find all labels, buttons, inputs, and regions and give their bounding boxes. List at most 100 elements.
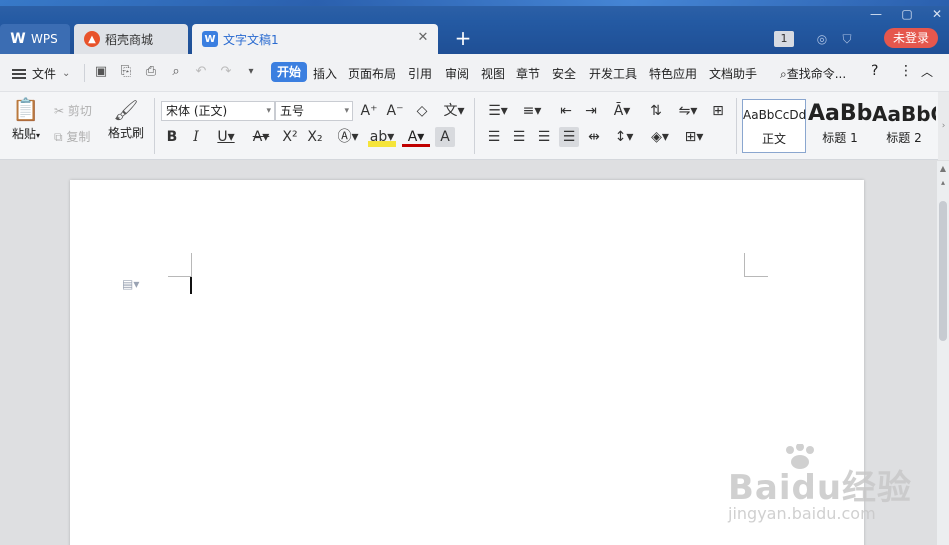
align-left-icon[interactable]: ☰ bbox=[484, 127, 504, 147]
shrink-font-icon[interactable]: A⁻ bbox=[385, 101, 405, 121]
tab-insert[interactable]: 插入 bbox=[313, 65, 337, 82]
close-window-icon[interactable]: ✕ bbox=[926, 6, 948, 22]
tab-page-layout[interactable]: 页面布局 bbox=[348, 65, 396, 82]
chinese-layout-icon[interactable]: Ā▾ bbox=[608, 101, 636, 121]
title-bar: W WPS ▲ 稻壳商城 W 文字文稿1 ✕ + — ▢ ✕ 1 ◎ ⛉ 未登录 bbox=[0, 0, 949, 54]
superscript-icon[interactable]: X² bbox=[280, 127, 300, 147]
style-heading-2[interactable]: AaBbC 标题 2 bbox=[872, 99, 936, 153]
line-spacing-icon[interactable]: ↕▾ bbox=[610, 127, 638, 147]
chevron-down-icon: ▾ bbox=[266, 106, 271, 116]
align-right-icon[interactable]: ☰ bbox=[534, 127, 554, 147]
watermark-logo: Baidu经验 bbox=[728, 468, 913, 508]
tab-references[interactable]: 引用 bbox=[408, 65, 432, 82]
baidu-jingyan-watermark: Baidu经验 jingyan.baidu.com bbox=[728, 440, 928, 530]
tab-developer-tools[interactable]: 开发工具 bbox=[589, 65, 637, 82]
font-size-select[interactable]: 五号 ▾ bbox=[275, 101, 353, 121]
bold-icon[interactable]: B bbox=[162, 127, 182, 147]
redo-icon[interactable]: ↷ bbox=[217, 63, 235, 81]
export-pdf-icon[interactable]: ⎘ bbox=[117, 63, 135, 81]
justify-icon[interactable]: ☰ bbox=[559, 127, 579, 147]
new-tab-icon[interactable]: + bbox=[452, 27, 474, 49]
maximize-icon[interactable]: ▢ bbox=[896, 6, 918, 22]
ribbon-scroll-right-icon[interactable]: › bbox=[938, 92, 949, 160]
format-painter-icon: 🖌 bbox=[113, 98, 139, 122]
font-color-icon[interactable]: A▾ bbox=[402, 127, 430, 147]
sort-icon[interactable]: ⇅ bbox=[646, 101, 666, 121]
scroll-page-up-icon[interactable]: ▴ bbox=[937, 177, 949, 189]
tab-wps-home[interactable]: W WPS bbox=[0, 24, 70, 54]
copy-button[interactable]: ⧉ 复制 bbox=[54, 128, 90, 145]
skin-icon[interactable]: ◎ bbox=[812, 30, 832, 48]
distributed-align-icon[interactable]: ⇹ bbox=[584, 127, 604, 147]
scrollbar-thumb[interactable] bbox=[939, 201, 947, 341]
decrease-indent-icon[interactable]: ⇤ bbox=[556, 101, 576, 121]
numbered-list-icon[interactable]: ≡▾ bbox=[518, 101, 546, 121]
undo-icon[interactable]: ↶ bbox=[192, 63, 210, 81]
borders-icon[interactable]: ⊞▾ bbox=[680, 127, 708, 147]
format-painter-button[interactable]: 🖌 格式刷 bbox=[104, 98, 148, 141]
text-cursor bbox=[190, 277, 192, 294]
tab-view[interactable]: 视图 bbox=[481, 65, 505, 82]
divider bbox=[84, 64, 85, 82]
title-bar-glow bbox=[0, 0, 949, 6]
command-search[interactable]: ⌕查找命令... bbox=[780, 65, 846, 82]
print-icon[interactable]: ⎙ bbox=[142, 63, 160, 81]
menu-icon bbox=[12, 68, 26, 79]
strikethrough-icon[interactable]: A▾ bbox=[247, 127, 275, 147]
shirt-icon[interactable]: ⛉ bbox=[837, 30, 857, 48]
writer-doc-icon: W bbox=[202, 31, 218, 47]
command-search-label: 查找命令... bbox=[786, 67, 847, 81]
print-preview-icon[interactable]: ⌕ bbox=[167, 63, 185, 81]
help-icon[interactable]: ? bbox=[871, 63, 878, 79]
divider bbox=[154, 98, 155, 154]
tab-security[interactable]: 安全 bbox=[552, 65, 576, 82]
chevron-down-icon: ⌄ bbox=[62, 68, 71, 79]
style-normal[interactable]: AaBbCcDd 正文 bbox=[742, 99, 806, 153]
margin-corner-top-left bbox=[168, 253, 192, 277]
scroll-up-icon[interactable]: ▲ bbox=[937, 163, 949, 175]
character-shading-icon[interactable]: A bbox=[435, 127, 455, 147]
margin-corner-top-right bbox=[744, 253, 768, 277]
window-count-badge[interactable]: 1 bbox=[774, 31, 794, 47]
docer-flame-icon: ▲ bbox=[84, 31, 100, 47]
italic-icon[interactable]: I bbox=[186, 127, 206, 147]
table-grid-icon[interactable]: ⊞ bbox=[708, 101, 728, 121]
tab-section[interactable]: 章节 bbox=[516, 65, 540, 82]
close-tab-icon[interactable]: ✕ bbox=[416, 31, 430, 45]
style-heading-1[interactable]: AaBb 标题 1 bbox=[808, 99, 872, 153]
paste-button[interactable]: 📋 粘贴▾ bbox=[6, 98, 46, 142]
more-options-icon[interactable]: ⋮ bbox=[899, 63, 913, 79]
align-center-icon[interactable]: ☰ bbox=[509, 127, 529, 147]
increase-indent-icon[interactable]: ⇥ bbox=[581, 101, 601, 121]
minimize-icon[interactable]: — bbox=[865, 6, 887, 22]
font-family-select[interactable]: 宋体 (正文) ▾ bbox=[161, 101, 275, 121]
quick-access-dropdown-icon[interactable]: ▾ bbox=[242, 63, 260, 81]
clear-format-icon[interactable]: ◇ bbox=[412, 101, 432, 121]
phonetic-guide-icon[interactable]: 文▾ bbox=[440, 101, 468, 121]
tab-document-assistant[interactable]: 文档助手 bbox=[709, 65, 757, 82]
highlight-icon[interactable]: ab▾ bbox=[368, 127, 396, 147]
ribbon-toolbar: 📋 粘贴▾ ✂ 剪切 ⧉ 复制 🖌 格式刷 宋体 (正文) ▾ 五号 ▾ A⁺ A⁻… bbox=[0, 92, 949, 160]
wps-writer-window: W WPS ▲ 稻壳商城 W 文字文稿1 ✕ + — ▢ ✕ 1 ◎ ⛉ 未登录… bbox=[0, 0, 949, 545]
vertical-scrollbar[interactable]: ▲ ▴ bbox=[937, 161, 949, 545]
tab-docer-store[interactable]: ▲ 稻壳商城 bbox=[74, 24, 188, 54]
grow-font-icon[interactable]: A⁺ bbox=[359, 101, 379, 121]
save-icon[interactable]: ▣ bbox=[92, 63, 110, 81]
text-effect-icon[interactable]: Ⓐ▾ bbox=[334, 127, 362, 147]
login-button[interactable]: 未登录 bbox=[884, 28, 938, 48]
file-menu[interactable]: 文件 ⌄ bbox=[12, 65, 70, 82]
tab-featured-apps[interactable]: 特色应用 bbox=[649, 65, 697, 82]
subscript-icon[interactable]: X₂ bbox=[305, 127, 325, 147]
paragraph-layout-icon[interactable]: ▤▾ bbox=[122, 277, 139, 291]
tab-home[interactable]: 开始 bbox=[271, 62, 307, 82]
style-heading-1-preview: AaBb bbox=[808, 101, 873, 126]
tab-document-1[interactable]: W 文字文稿1 ✕ bbox=[192, 24, 438, 54]
paste-label: 粘贴▾ bbox=[11, 127, 41, 141]
collapse-ribbon-icon[interactable]: ︿ bbox=[921, 63, 933, 80]
cut-button[interactable]: ✂ 剪切 bbox=[54, 102, 92, 119]
bullet-list-icon[interactable]: ☰▾ bbox=[484, 101, 512, 121]
shading-fill-icon[interactable]: ◈▾ bbox=[646, 127, 674, 147]
tab-review[interactable]: 审阅 bbox=[445, 65, 469, 82]
underline-icon[interactable]: U▾ bbox=[212, 127, 240, 147]
show-marks-icon[interactable]: ⇋▾ bbox=[674, 101, 702, 121]
